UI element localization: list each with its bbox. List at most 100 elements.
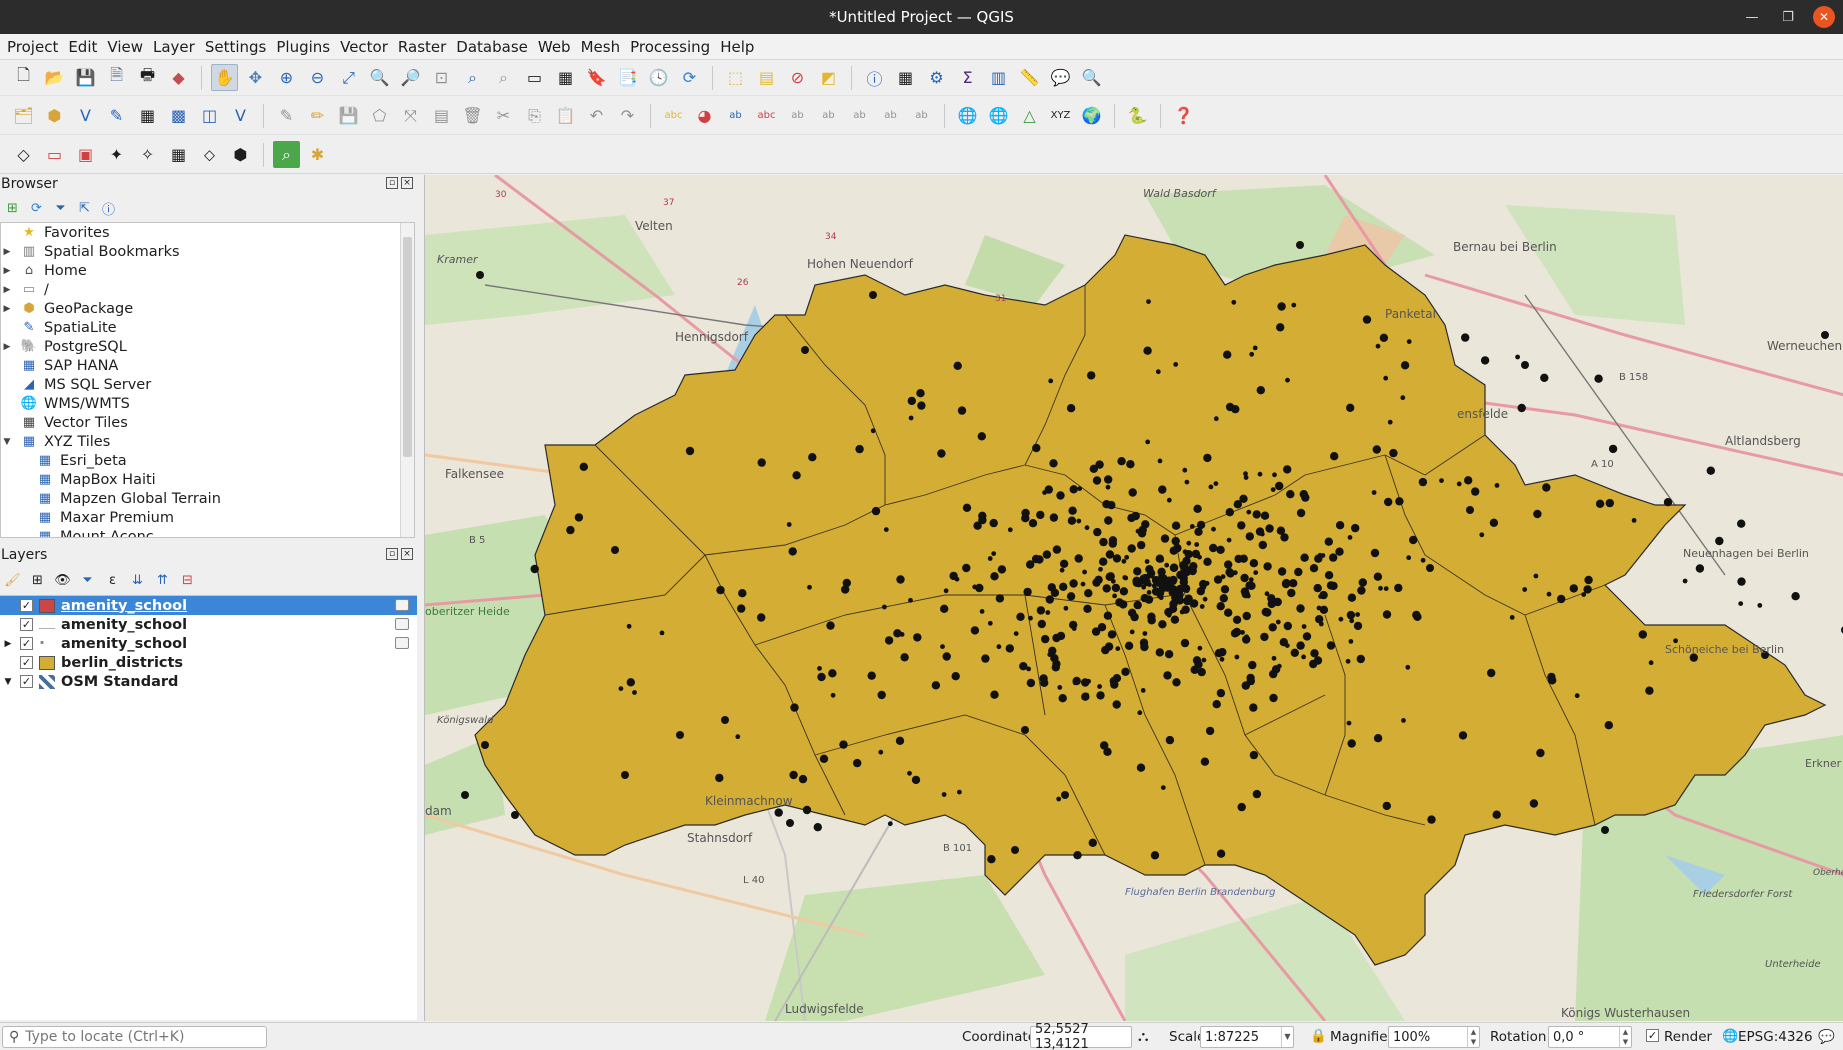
browser-item[interactable]: ▦ Maxar Premium (1, 508, 414, 527)
print-layout-icon[interactable]: 🖶 (134, 64, 161, 91)
properties-info-icon[interactable]: ⓘ (100, 200, 117, 218)
chevron-right-icon[interactable]: ▶ (1, 342, 13, 352)
vertex-tool-icon[interactable]: ⤧ (397, 102, 424, 129)
data-source-manager-icon[interactable]: 🗂 (10, 102, 37, 129)
collapse-all-icon[interactable]: ⇱ (76, 200, 93, 217)
menu-raster[interactable]: Raster (393, 34, 451, 60)
layer-visibility-checkbox[interactable]: ✓ (20, 618, 33, 631)
style-manager-icon[interactable]: ◆ (165, 64, 192, 91)
temporal-controller-icon[interactable]: 🕓 (645, 64, 672, 91)
layer-row[interactable]: ▶ ✓ · amenity_school (0, 634, 417, 653)
cut-features-icon[interactable]: ✂ (490, 102, 517, 129)
select-rectangle-icon[interactable]: ▭ (41, 141, 68, 168)
menu-edit[interactable]: Edit (63, 34, 102, 60)
browser-item[interactable]: ▦ MapBox Haiti (1, 470, 414, 489)
browser-item[interactable]: ✎ SpatiaLite (1, 318, 414, 337)
lock-scale-icon[interactable]: 🔒 (1310, 1028, 1327, 1044)
layer-visibility-checkbox[interactable]: ✓ (20, 656, 33, 669)
chevron-right-icon[interactable]: ▶ (1, 266, 13, 276)
browser-item[interactable]: ▦ SAP HANA (1, 356, 414, 375)
spin-arrows-icon[interactable]: ▲ ▼ (1467, 1027, 1479, 1047)
manage-map-themes-icon[interactable]: 👁 (54, 572, 71, 589)
browser-item[interactable]: ▶ ▥ Spatial Bookmarks (1, 242, 414, 261)
crs-globe-icon[interactable]: 🌐 (1722, 1029, 1738, 1044)
chevron-right-icon[interactable]: ▶ (1, 639, 15, 649)
add-wms-layer-icon[interactable]: ◫ (196, 102, 223, 129)
close-panel-icon[interactable]: × (401, 177, 413, 189)
menu-help[interactable]: Help (715, 34, 759, 60)
browser-scrollbar[interactable] (400, 223, 414, 537)
georeferencer-icon[interactable]: △ (1016, 102, 1043, 129)
paste-features-icon[interactable]: 📋 (552, 102, 579, 129)
delete-selected-icon[interactable]: 🗑 (459, 102, 486, 129)
render-checkbox[interactable]: ✓ (1646, 1029, 1659, 1042)
rotation-spinbox[interactable]: 0,0 ° ▲ ▼ (1548, 1026, 1632, 1048)
chevron-right-icon[interactable]: ▶ (1, 304, 13, 314)
map-tips-icon[interactable]: 💬 (1047, 64, 1074, 91)
metasearch-find-icon[interactable]: 🌐 (985, 102, 1012, 129)
layer-diagram-icon[interactable]: ◕ (691, 102, 718, 129)
pin-labels-icon[interactable]: ab (784, 102, 811, 129)
scale-combobox[interactable]: 1:87225 ▼ (1200, 1026, 1294, 1048)
refresh-icon[interactable]: ⟳ (28, 200, 45, 217)
layer-indicator-icon[interactable] (395, 618, 409, 630)
xyz-tiles-icon[interactable]: XYZ (1047, 102, 1074, 129)
add-selected-layers-icon[interactable]: ⊞ (4, 200, 21, 217)
highlight-pinned-labels-icon[interactable]: ab (722, 102, 749, 129)
minimize-icon[interactable]: — (1741, 6, 1763, 28)
messages-icon[interactable]: 💬 (1818, 1029, 1835, 1045)
filter-icon[interactable]: ⏷ (52, 200, 69, 217)
select-by-radius-icon[interactable]: ▣ (72, 141, 99, 168)
collapse-all-icon[interactable]: ⇈ (154, 572, 171, 589)
digitize-icon[interactable]: ✎ (103, 102, 130, 129)
menu-view[interactable]: View (102, 34, 148, 60)
menu-processing[interactable]: Processing (625, 34, 715, 60)
browser-item[interactable]: ★ Favorites (1, 223, 414, 242)
quickmapservices-icon[interactable]: 🌍 (1078, 102, 1105, 129)
new-spatial-bookmark-icon[interactable]: 🔖 (583, 64, 610, 91)
toggle-editing-icon[interactable]: ✏ (304, 102, 331, 129)
add-feature-icon[interactable]: ⬠ (366, 102, 393, 129)
undock-icon[interactable]: ▫ (386, 177, 398, 189)
zoom-native-icon[interactable]: ⊡ (428, 64, 455, 91)
save-project-icon[interactable]: 💾 (72, 64, 99, 91)
locator-search-icon[interactable]: 🔍 (1078, 64, 1105, 91)
zoom-to-selection-icon[interactable]: 🔍 (366, 64, 393, 91)
redo-icon[interactable]: ↷ (614, 102, 641, 129)
crs-button[interactable]: EPSG:4326 (1738, 1029, 1813, 1045)
expand-all-icon[interactable]: ⇊ (129, 572, 146, 589)
select-polygon-icon[interactable]: ✧ (134, 141, 161, 168)
browser-item[interactable]: ▦ Vector Tiles (1, 413, 414, 432)
new-project-icon[interactable]: 🗋 (10, 64, 37, 91)
new-geopackage-layer-icon[interactable]: ⬢ (41, 102, 68, 129)
add-vector-layer-icon[interactable]: V (72, 102, 99, 129)
undo-icon[interactable]: ↶ (583, 102, 610, 129)
layer-indicator-icon[interactable] (395, 599, 409, 611)
coordinate-field[interactable]: 52,5527 13,4121 (1030, 1022, 1132, 1050)
chevron-right-icon[interactable]: ▼ (1, 677, 15, 687)
shape-digitizing-icon[interactable]: ◇ (10, 141, 37, 168)
browser-item[interactable]: ▶ ▭ / (1, 280, 414, 299)
browser-item[interactable]: ▼ ▦ XYZ Tiles (1, 432, 414, 451)
select-features-icon[interactable]: ⬚ (722, 64, 749, 91)
menu-layer[interactable]: Layer (148, 34, 200, 60)
menu-mesh[interactable]: Mesh (576, 34, 626, 60)
statistical-summary-icon[interactable]: Σ (954, 64, 981, 91)
menu-vector[interactable]: Vector (335, 34, 393, 60)
menu-settings[interactable]: Settings (200, 34, 272, 60)
save-as-icon[interactable]: 🗎 (103, 64, 130, 91)
close-panel-icon[interactable]: × (401, 548, 413, 560)
select-freehand-icon[interactable]: ▦ (165, 141, 192, 168)
chevron-right-icon[interactable]: ▶ (1, 247, 13, 257)
new-3d-map-view-icon[interactable]: ▦ (552, 64, 579, 91)
chevron-right-icon[interactable]: ▶ (1, 285, 13, 295)
new-map-view-icon[interactable]: ▭ (521, 64, 548, 91)
metasearch-icon[interactable]: 🌐 (954, 102, 981, 129)
zoom-next-icon[interactable]: ⌕ (490, 64, 517, 91)
browser-item[interactable]: ▦ Esri_beta (1, 451, 414, 470)
help-icon[interactable]: ❓ (1170, 102, 1197, 129)
find-feature-icon[interactable]: ⌕ (273, 141, 300, 168)
save-edits-icon[interactable]: 💾 (335, 102, 362, 129)
split-feature-icon[interactable]: ⬦ (196, 141, 223, 168)
pan-hand-icon[interactable]: ✋ (211, 64, 238, 91)
